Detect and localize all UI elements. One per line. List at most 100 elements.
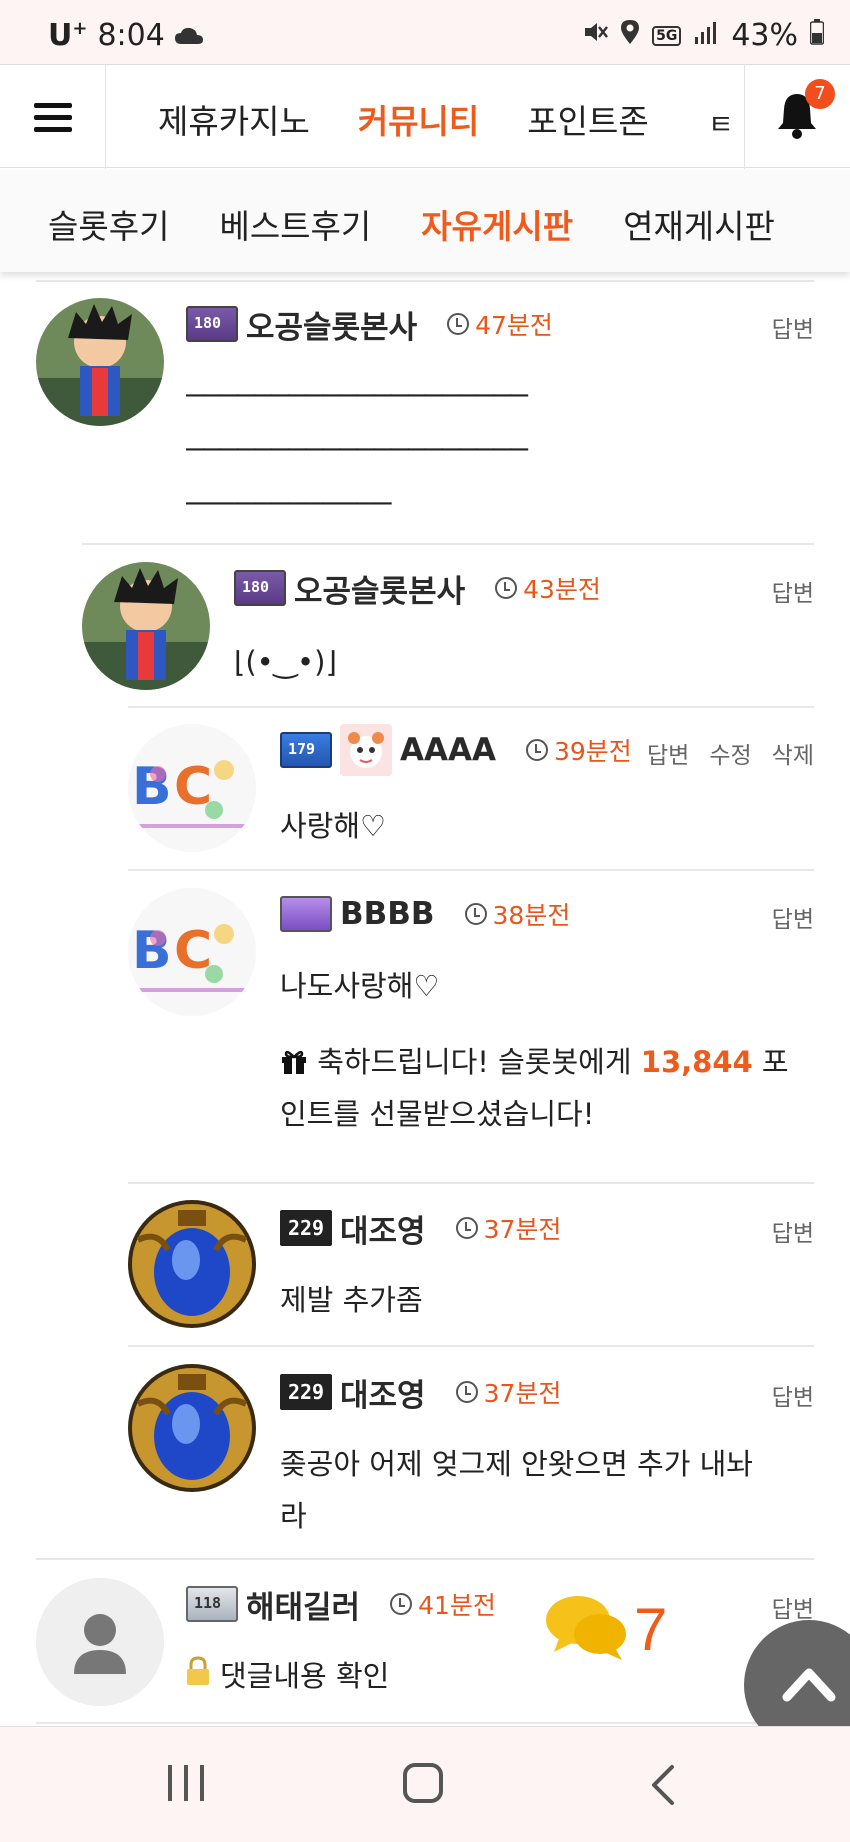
tab-community[interactable]: 커뮤니티 [358, 95, 479, 143]
comment-actions: 답변 [772, 1378, 814, 1412]
comment-time: 41분전 [390, 1586, 496, 1622]
comment-actions: 답변 [772, 1214, 814, 1248]
comment-author[interactable]: BBBB [340, 896, 435, 932]
comment-body: ⌊(•‿•)⌋ [234, 645, 337, 679]
back-icon[interactable] [648, 1763, 676, 1811]
location-icon [620, 18, 640, 53]
battery-icon [809, 18, 825, 53]
comment-actions: 답변 수정 삭제 [647, 736, 814, 770]
level-badge: 118 [186, 1586, 238, 1622]
status-bar: U+ 8:04 5G 43% [0, 0, 850, 64]
avatar[interactable] [128, 1200, 256, 1328]
tab-serial-board[interactable]: 연재게시판 [623, 200, 775, 248]
clock-icon [447, 313, 470, 335]
reply-button[interactable]: 답변 [772, 900, 814, 934]
comment-actions: 답변 [772, 900, 814, 934]
chat-bubble-icon [544, 1592, 628, 1666]
comment-time: 37분전 [455, 1374, 561, 1410]
level-badge [280, 896, 332, 932]
clock-icon [464, 903, 487, 925]
menu-button[interactable] [0, 65, 106, 169]
carrier-label: U+ [48, 18, 88, 53]
reply-button[interactable]: 답변 [772, 1214, 814, 1248]
comment-body: 제발 추가좀 [280, 1283, 423, 1317]
divider [36, 1722, 814, 1724]
reply-button[interactable]: 답변 [647, 736, 689, 770]
level-badge: 229 [280, 1374, 332, 1410]
gift-points: 13,844 [640, 1045, 753, 1079]
comment-author[interactable]: 오공슬롯본사 [246, 302, 417, 347]
divider [82, 543, 814, 545]
battery-percent: 43% [731, 18, 798, 53]
reply-button[interactable]: 답변 [772, 1590, 814, 1624]
edit-button[interactable]: 수정 [709, 736, 751, 770]
notification-badge: 7 [805, 79, 835, 109]
reply-button[interactable]: 답변 [772, 1378, 814, 1412]
divider [36, 1558, 814, 1560]
tab-free-board[interactable]: 자유게시판 [421, 200, 573, 248]
comment-body: 좆공아 어제 엊그제 안왓으면 추가 내놔 라 [280, 1447, 753, 1533]
avatar[interactable] [82, 562, 210, 690]
svg-text:B: B [132, 921, 172, 981]
clock-icon [525, 739, 548, 761]
comment-actions: 답변 [772, 1590, 814, 1624]
chevron-up-icon [781, 1663, 837, 1707]
avatar[interactable] [36, 1578, 164, 1706]
comment-time: 37분전 [455, 1210, 561, 1246]
reply-button[interactable]: 답변 [772, 574, 814, 608]
tab-slot-reviews[interactable]: 슬롯후기 [48, 200, 169, 248]
tab-partner-casino[interactable]: 제휴카지노 [158, 95, 310, 143]
comment-meta: 180 오공슬롯본사 47분전 [186, 302, 553, 346]
comment-time: 39분전 [525, 732, 632, 768]
divider [128, 1182, 814, 1184]
comment-author[interactable]: 대조영 [340, 1206, 426, 1251]
divider [36, 280, 814, 282]
clock-icon [495, 577, 518, 599]
locked-comment[interactable]: 댓글내용 확인 [186, 1650, 389, 1702]
divider [128, 869, 814, 871]
avatar[interactable]: BC [128, 724, 256, 852]
notification-button[interactable]: 7 [744, 65, 850, 169]
menu-icon [33, 102, 72, 108]
comment-meta: 229 대조영 37분전 [280, 1206, 561, 1250]
comment-author[interactable]: 해태길러 [246, 1582, 360, 1627]
tab-overflow[interactable]: ㅌ [708, 103, 734, 143]
delete-button[interactable]: 삭제 [772, 736, 814, 770]
svg-text:B: B [132, 757, 172, 817]
recent-apps-icon[interactable] [168, 1765, 204, 1801]
comment-meta: 179 AAAA 39분전 [280, 724, 632, 776]
comment-body: ———————————————————— ———————————————————… [186, 377, 528, 520]
comment-meta: BBBB 38분전 [280, 892, 570, 936]
avatar[interactable]: BC [128, 888, 256, 1016]
mute-icon [582, 18, 609, 53]
tab-best-reviews[interactable]: 베스트후기 [219, 200, 371, 248]
comment-meta: 118 해태길러 41분전 [186, 1582, 496, 1626]
comment-author[interactable]: 대조영 [340, 1370, 426, 1415]
avatar[interactable] [128, 1364, 256, 1492]
clock-icon [390, 1593, 413, 1615]
network-icon: 5G [652, 25, 682, 46]
comment-count-button[interactable]: 7 [544, 1592, 667, 1666]
comment-meta: 180 오공슬롯본사 43분전 [234, 566, 601, 610]
reply-button[interactable]: 답변 [772, 310, 814, 344]
comment-actions: 답변 [772, 574, 814, 608]
level-badge: 229 [280, 1210, 332, 1246]
level-badge: 180 [186, 306, 238, 342]
home-icon[interactable] [403, 1763, 443, 1803]
divider [128, 706, 814, 708]
comment-author[interactable]: AAAA [400, 732, 496, 768]
gift-icon [280, 1045, 317, 1079]
level-badge: 180 [234, 570, 286, 606]
level-badge: 179 [280, 732, 332, 768]
sub-nav: 슬롯후기 베스트후기 자유게시판 연재게시판 [0, 170, 850, 272]
comment-count: 7 [634, 1595, 668, 1663]
tab-point-zone[interactable]: 포인트존 [527, 95, 648, 143]
comment-time: 43분전 [495, 570, 601, 606]
lock-icon [186, 1650, 210, 1702]
avatar[interactable] [36, 298, 164, 426]
comment-author[interactable]: 오공슬롯본사 [294, 566, 465, 611]
comment-actions: 답변 [772, 310, 814, 344]
clock-icon [455, 1217, 478, 1239]
gift-notice: 축하드립니다! 슬롯봇에게 13,844 포 인트를 선물받으셨습니다! [280, 1045, 789, 1131]
signal-icon [693, 18, 719, 53]
